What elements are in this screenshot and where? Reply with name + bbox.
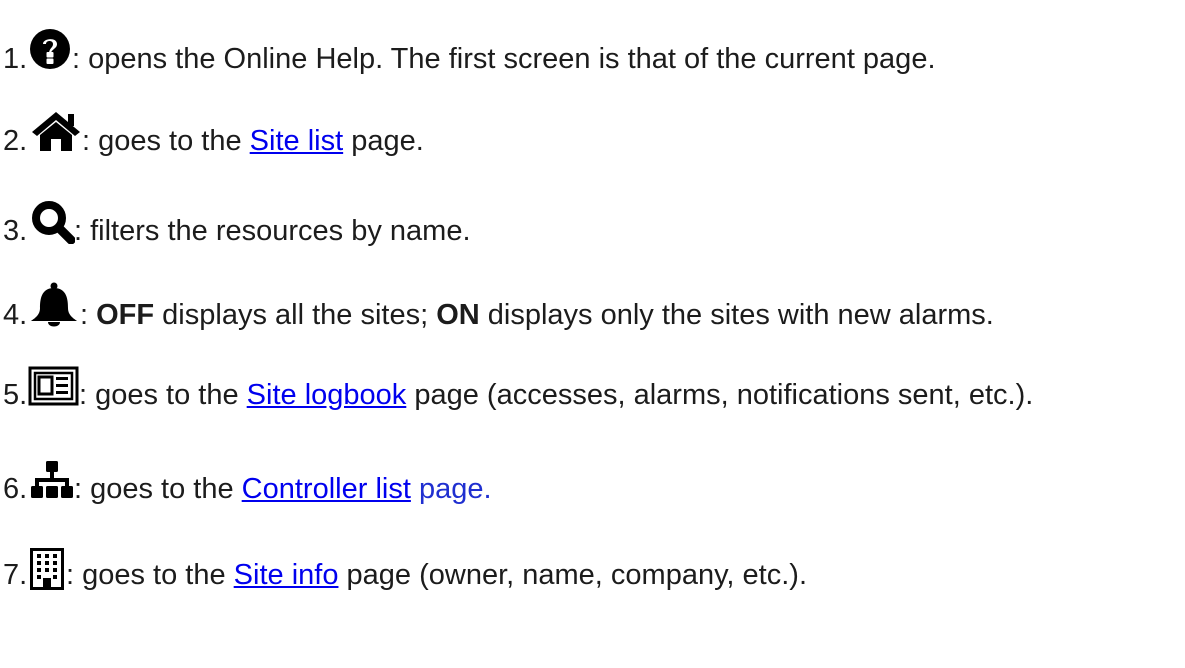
item-text: : opens the Online Help. The first scree… <box>72 43 936 75</box>
item-number: 5. <box>3 379 28 411</box>
list-item: 4. : OFF displays all the sites; ON disp… <box>0 278 1185 338</box>
list-item: 5. : goes to the Site logbook page (acce… <box>0 358 1185 418</box>
item-text-after: page. <box>418 473 492 505</box>
list-item: 3. : filters the resources by name. <box>0 194 1185 254</box>
list-item: 2. : goes to the Site list page. <box>0 104 1185 164</box>
home-icon <box>31 110 81 152</box>
item-text: : filters the resources by name. <box>74 215 471 247</box>
item-text-middle: displays all the sites; <box>154 299 437 331</box>
item-number: 3. <box>3 215 28 247</box>
site-list-link[interactable]: Site list <box>250 125 343 157</box>
on-label: ON <box>436 299 480 331</box>
sitemap-icon <box>30 460 74 500</box>
item-number: 2. <box>3 125 28 157</box>
newspaper-icon <box>28 366 79 406</box>
site-info-link[interactable]: Site info <box>234 559 339 591</box>
controller-list-link[interactable]: Controller list <box>242 473 411 505</box>
item-number: 1. <box>3 43 28 75</box>
item-text-after: page (owner, name, company, etc.). <box>338 559 807 591</box>
item-description: : goes to the Site logbook page (accesse… <box>79 379 1033 412</box>
item-text: : <box>80 299 97 331</box>
list-item: 7. : goes to the Site info page (owner, … <box>0 538 1185 598</box>
item-number: 4. <box>3 299 28 331</box>
item-text: : goes to the <box>74 473 242 505</box>
item-description: : OFF displays all the sites; ON display… <box>80 299 994 332</box>
item-number: 6. <box>3 473 28 505</box>
building-icon <box>30 548 64 590</box>
site-logbook-link[interactable]: Site logbook <box>247 379 407 411</box>
list-item: 6. : goes to the Controller list page. <box>0 452 1185 512</box>
item-text-after: displays only the sites with new alarms. <box>479 299 994 331</box>
item-text-after: page (accesses, alarms, notifications se… <box>406 379 1034 411</box>
question-circle-icon <box>29 28 71 70</box>
list-item: 1. : opens the Online Help. The first sc… <box>0 22 1185 82</box>
item-text-after: page. <box>343 125 424 157</box>
item-text: : goes to the <box>79 379 247 411</box>
bell-icon <box>29 282 79 330</box>
item-description: : opens the Online Help. The first scree… <box>72 43 936 76</box>
item-description: : goes to the Controller list page. <box>74 473 492 506</box>
search-icon <box>31 200 75 244</box>
item-text: : goes to the <box>82 125 250 157</box>
item-description: : filters the resources by name. <box>74 215 471 248</box>
item-description: : goes to the Site list page. <box>82 125 424 158</box>
item-description: : goes to the Site info page (owner, nam… <box>66 559 807 592</box>
item-number: 7. <box>3 559 28 591</box>
item-text: : goes to the <box>66 559 234 591</box>
off-label: OFF <box>96 299 155 331</box>
